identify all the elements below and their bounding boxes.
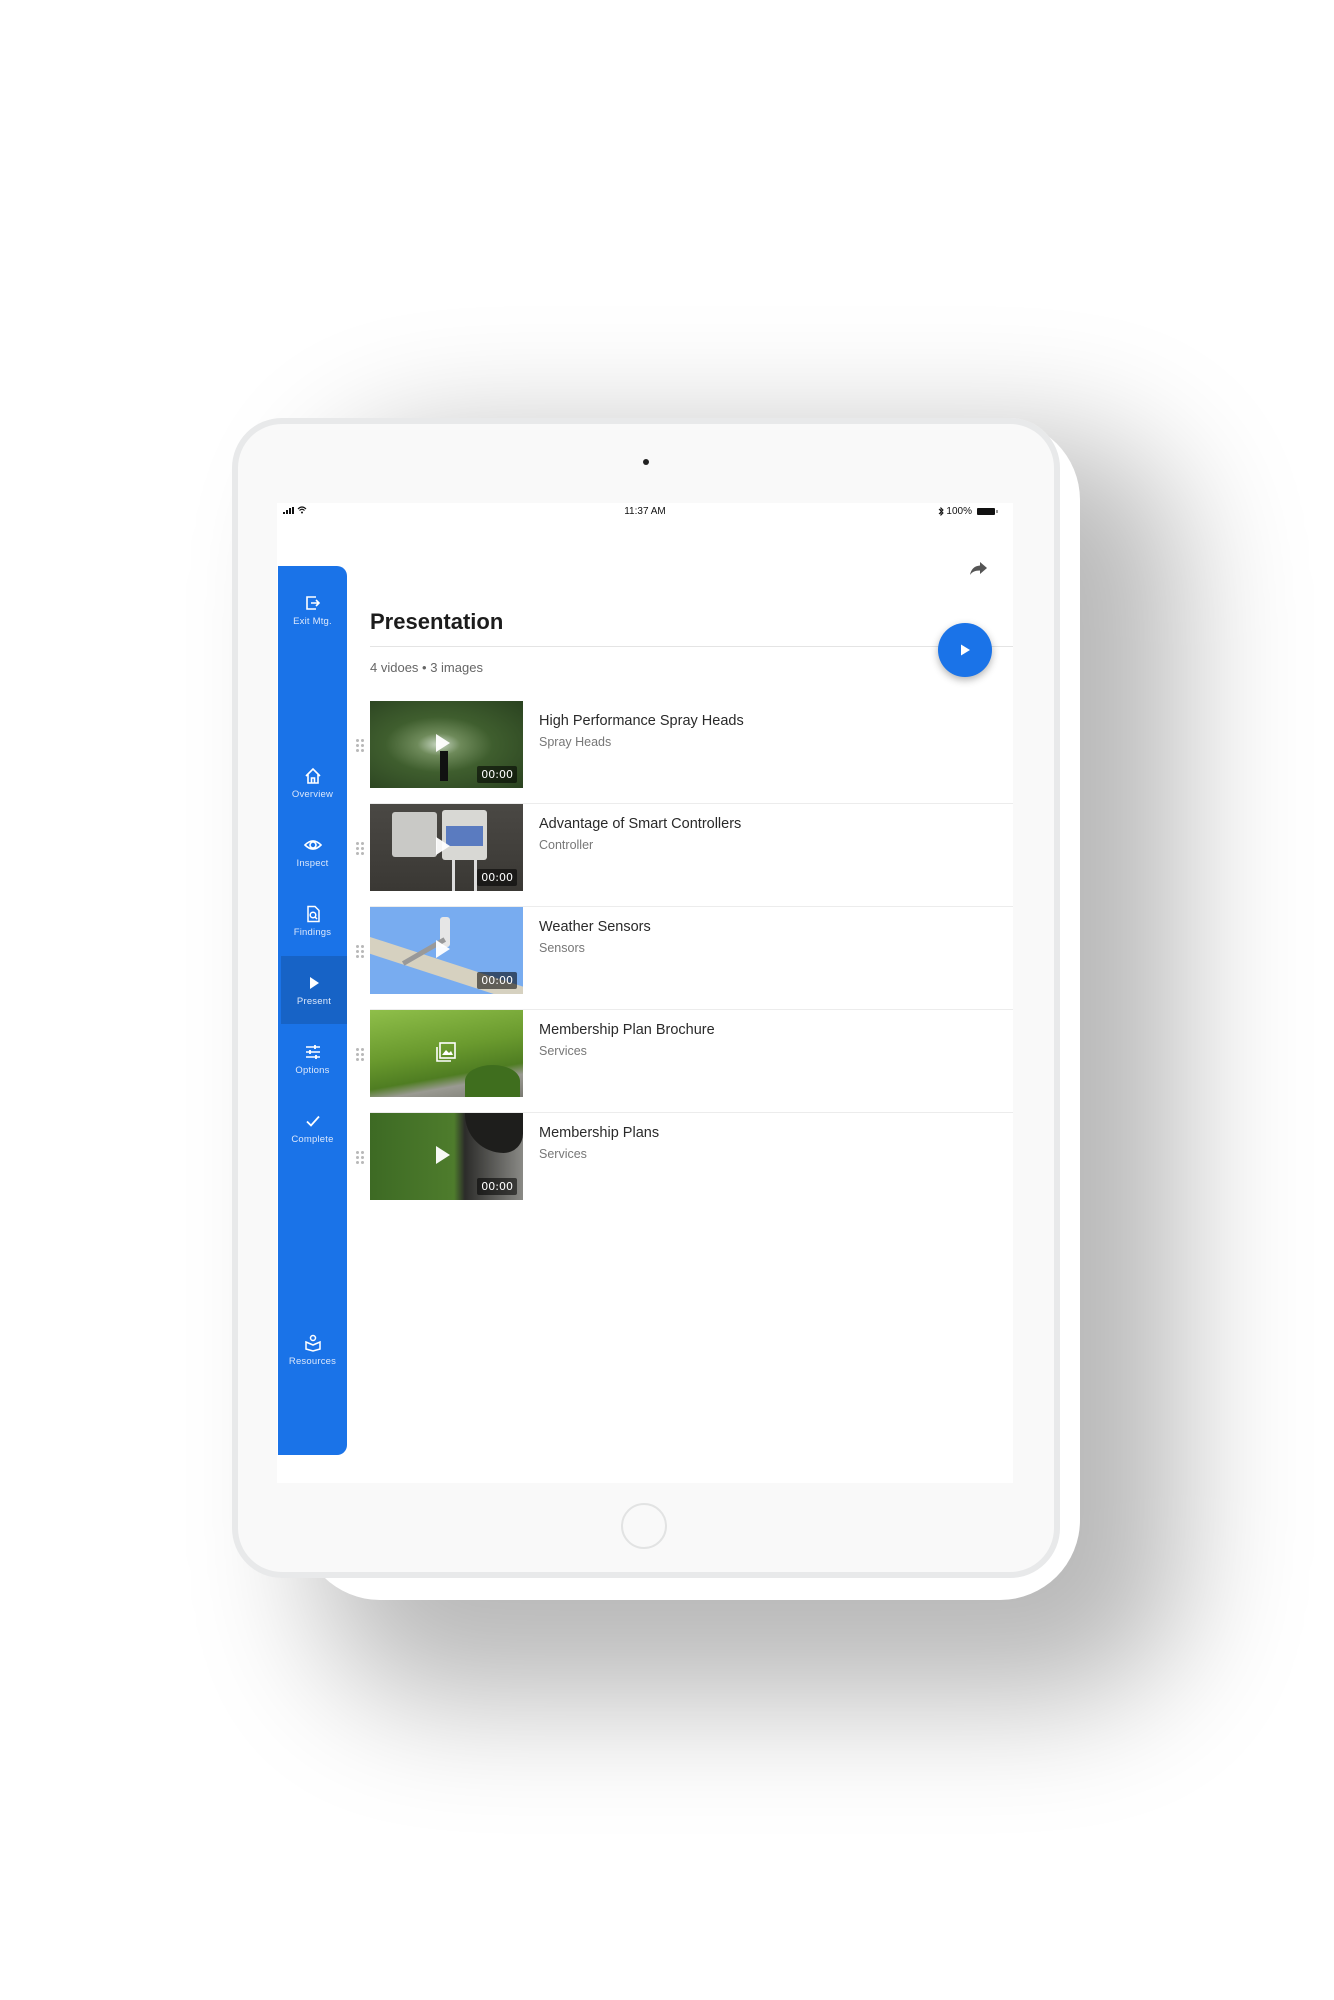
video-thumbnail[interactable]: 00:00 [370, 701, 523, 788]
item-subtitle: Controller [539, 838, 594, 852]
list-item[interactable]: 00:00 Membership Plans Services [349, 1113, 1013, 1216]
controller-door-graphic [392, 812, 437, 857]
play-icon [436, 1146, 450, 1164]
sidebar-item-label: Overview [291, 788, 334, 800]
play-icon [436, 837, 450, 855]
item-subtitle: Sensors [539, 941, 585, 955]
battery-percent: 100% [946, 506, 972, 517]
check-icon [305, 1115, 320, 1127]
item-subtitle: Spray Heads [539, 735, 612, 749]
sidebar-item-label: Options [295, 1064, 330, 1076]
sidebar-item-label: Findings [293, 926, 332, 938]
home-button[interactable] [621, 1503, 667, 1549]
eye-icon [303, 839, 322, 850]
sidebar-item-options[interactable]: Options [278, 1025, 347, 1093]
start-presentation-button[interactable] [938, 623, 992, 677]
video-thumbnail[interactable]: 00:00 [370, 804, 523, 891]
item-title: Advantage of Smart Controllers [539, 816, 742, 832]
sidebar-item-label: Exit Mtg. [293, 615, 332, 627]
item-title: High Performance Spray Heads [539, 713, 744, 729]
video-duration: 00:00 [477, 869, 517, 886]
list-item[interactable]: Membership Plan Brochure Services [349, 1010, 1013, 1113]
sidebar-item-overview[interactable]: Overview [278, 749, 347, 817]
list-item[interactable]: 00:00 High Performance Spray Heads Spray… [349, 701, 1013, 804]
gloved-hand-graphic [465, 1113, 523, 1153]
video-thumbnail[interactable]: 00:00 [370, 1113, 523, 1200]
sidebar-item-label: Present [296, 995, 332, 1007]
shrub-graphic [465, 1065, 520, 1097]
play-icon [436, 940, 450, 958]
share-icon[interactable] [967, 557, 989, 579]
gallery-icon [436, 1042, 456, 1062]
sidebar-item-label: Inspect [296, 857, 329, 869]
drag-handle-icon[interactable] [356, 1048, 366, 1062]
book-reader-icon [304, 1334, 321, 1352]
status-bar: 11:37 AM 100% [277, 503, 1013, 521]
sidebar-item-findings[interactable]: Findings [278, 887, 347, 955]
sliders-icon [305, 1044, 320, 1059]
home-icon [304, 767, 321, 784]
play-icon [961, 644, 970, 656]
bluetooth-icon [939, 507, 945, 516]
list-item[interactable]: 00:00 Advantage of Smart Controllers Con… [349, 804, 1013, 907]
drag-handle-icon[interactable] [356, 842, 366, 856]
exit-icon [305, 595, 320, 610]
item-subtitle: Services [539, 1147, 587, 1161]
list-item[interactable]: 00:00 Weather Sensors Sensors [349, 907, 1013, 1010]
sidebar-item-resources[interactable]: Resources [278, 1316, 347, 1384]
item-title: Membership Plans [539, 1125, 660, 1141]
drag-handle-icon[interactable] [356, 739, 366, 753]
camera-dot [643, 459, 649, 465]
video-duration: 00:00 [477, 972, 517, 989]
document-search-icon [306, 905, 320, 922]
drag-handle-icon[interactable] [356, 945, 366, 959]
status-time: 11:37 AM [624, 506, 666, 517]
image-thumbnail[interactable] [370, 1010, 523, 1097]
sprinkler-graphic [440, 751, 448, 781]
sidebar-item-label: Resources [288, 1355, 337, 1367]
title-divider [370, 646, 1013, 647]
app-screen: 11:37 AM 100% Exit Mtg. Overview Inspect… [277, 503, 1013, 1483]
battery-icon [977, 508, 998, 515]
status-right: 100% [938, 506, 998, 517]
sidebar-item-exit-meeting[interactable]: Exit Mtg. [278, 576, 347, 644]
media-summary: 4 vidoes • 3 images [370, 660, 483, 675]
sidebar-item-label: Complete [291, 1133, 334, 1145]
play-icon [310, 976, 319, 989]
sidebar-item-inspect[interactable]: Inspect [278, 818, 347, 886]
play-icon [436, 734, 450, 752]
sidebar-item-complete[interactable]: Complete [278, 1094, 347, 1162]
video-thumbnail[interactable]: 00:00 [370, 907, 523, 994]
page-title: Presentation [370, 609, 504, 634]
item-title: Weather Sensors [539, 919, 651, 935]
drag-handle-icon[interactable] [356, 1151, 366, 1165]
item-title: Membership Plan Brochure [539, 1022, 715, 1038]
sidebar: Exit Mtg. Overview Inspect Findings Pres… [278, 566, 347, 1455]
sidebar-item-present[interactable]: Present [281, 956, 347, 1024]
video-duration: 00:00 [477, 1178, 517, 1195]
item-subtitle: Services [539, 1044, 587, 1058]
video-duration: 00:00 [477, 766, 517, 783]
